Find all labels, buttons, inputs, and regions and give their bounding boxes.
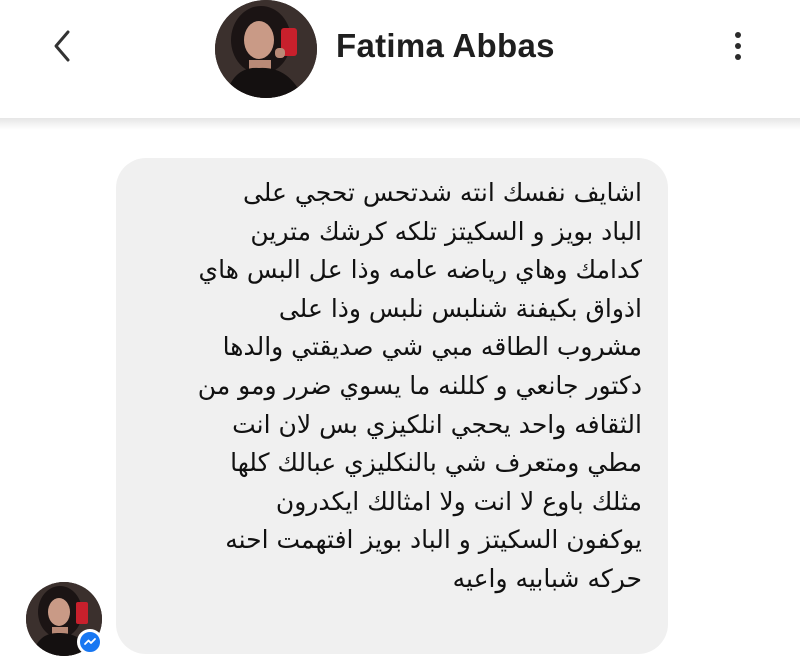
contact-avatar[interactable] <box>215 0 317 98</box>
header-divider <box>0 118 800 130</box>
more-options-button[interactable] <box>718 24 758 68</box>
message-line: حركه شبابيه واعيه <box>452 563 642 593</box>
message-line: مثلك باوع لا انت ولا امثالك ايكدرون <box>275 486 642 516</box>
message-line: يوكفون السكيتز و الباد بويز افتهمت احنه <box>225 525 642 555</box>
back-button[interactable] <box>40 24 84 68</box>
contact-name[interactable]: Fatima Abbas <box>336 24 555 68</box>
vertical-ellipsis-icon <box>735 32 741 38</box>
message-line: كدامك وهاي رياضه عامه وذا عل البس هاي <box>198 255 642 285</box>
message-line: مشروب الطاقه مبي شي صديقتي والدها <box>222 332 642 362</box>
chevron-left-icon <box>54 30 70 62</box>
message-line: اشايف نفسك انته شدتحس تحجي على <box>242 178 642 207</box>
messenger-bolt-icon <box>84 638 96 645</box>
message-line: دكتور جانعي و كللنه ما يسوي ضرر ومو من <box>197 370 642 400</box>
chat-header: Fatima Abbas <box>0 0 800 118</box>
message-line: الباد بويز و السكيتز تلكه كرشك مترين <box>250 216 642 246</box>
message-line: الثقافه واحد يحجي انلكيزي بس لان انت <box>232 409 642 439</box>
profile-photo <box>215 0 317 98</box>
message-line: مطي ومتعرف شي بالنكليزي عبالك كلها <box>230 448 642 478</box>
messenger-icon <box>77 629 103 655</box>
message-line: اذواق بكيفنة شنلبس نلبس وذا على <box>278 293 642 323</box>
message-bubble[interactable]: اشايف نفسك انته شدتحس تحجي على الباد بوي… <box>116 158 668 654</box>
